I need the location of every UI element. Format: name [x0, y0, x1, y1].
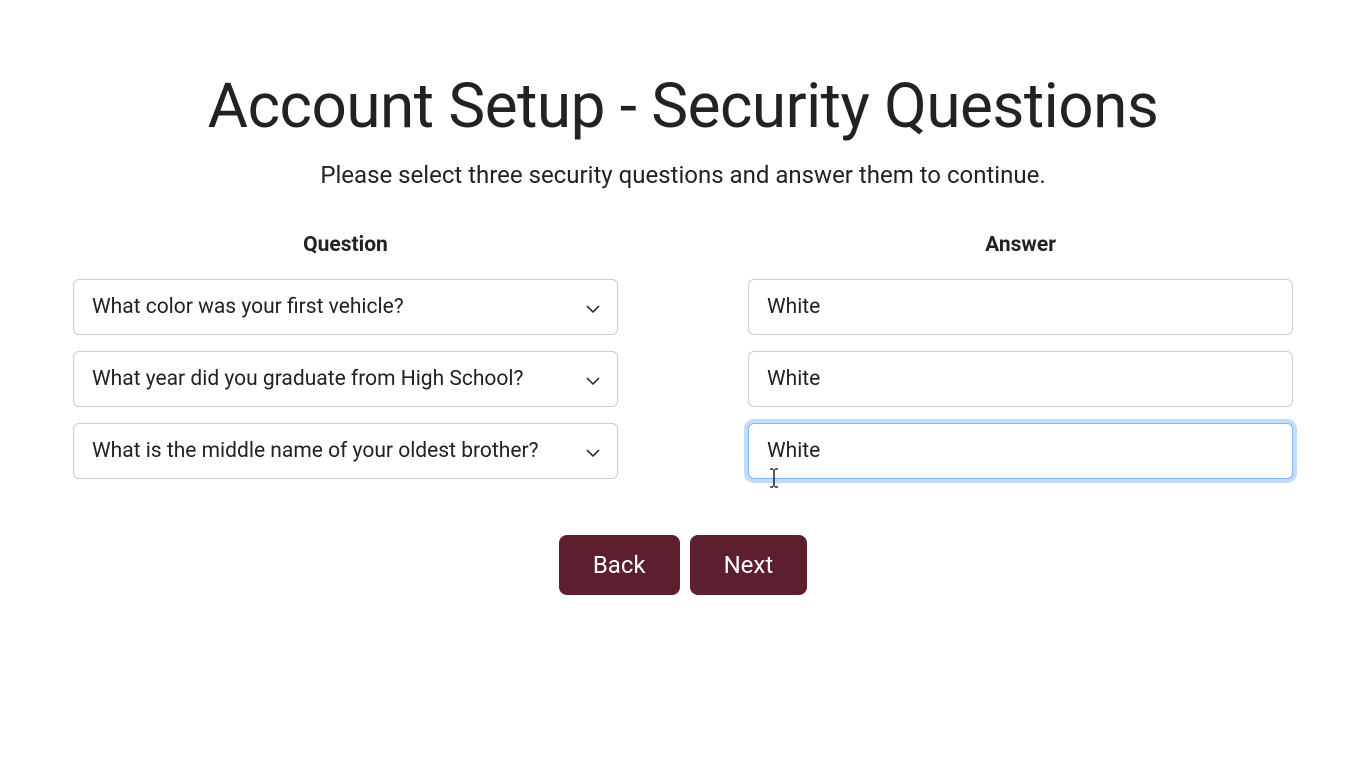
form-columns: Question What color was your first vehic…: [53, 233, 1313, 495]
question-select-2[interactable]: What year did you graduate from High Sch…: [73, 351, 618, 407]
question-row: What color was your first vehicle?: [73, 279, 618, 335]
answer-row: [748, 279, 1293, 335]
question-column: Question What color was your first vehic…: [73, 233, 618, 495]
answer-input-2[interactable]: [748, 351, 1293, 407]
answer-column: Answer: [748, 233, 1293, 495]
select-value: What year did you graduate from High Sch…: [92, 367, 573, 391]
page-title: Account Setup - Security Questions: [53, 70, 1313, 143]
select-value: What color was your first vehicle?: [92, 295, 573, 319]
answer-input-3[interactable]: [748, 423, 1293, 479]
answer-input-1[interactable]: [748, 279, 1293, 335]
page-subtitle: Please select three security questions a…: [53, 161, 1313, 189]
next-button[interactable]: Next: [690, 535, 808, 595]
question-column-header: Question: [73, 233, 618, 257]
page-container: Account Setup - Security Questions Pleas…: [33, 70, 1333, 595]
question-row: What is the middle name of your oldest b…: [73, 423, 618, 479]
select-value: What is the middle name of your oldest b…: [92, 439, 573, 463]
back-button[interactable]: Back: [559, 535, 680, 595]
chevron-down-icon: [585, 371, 601, 387]
question-select-3[interactable]: What is the middle name of your oldest b…: [73, 423, 618, 479]
chevron-down-icon: [585, 443, 601, 459]
chevron-down-icon: [585, 299, 601, 315]
button-row: Back Next: [53, 535, 1313, 595]
question-select-1[interactable]: What color was your first vehicle?: [73, 279, 618, 335]
answer-column-header: Answer: [748, 233, 1293, 257]
answer-row: [748, 423, 1293, 479]
question-row: What year did you graduate from High Sch…: [73, 351, 618, 407]
answer-row: [748, 351, 1293, 407]
